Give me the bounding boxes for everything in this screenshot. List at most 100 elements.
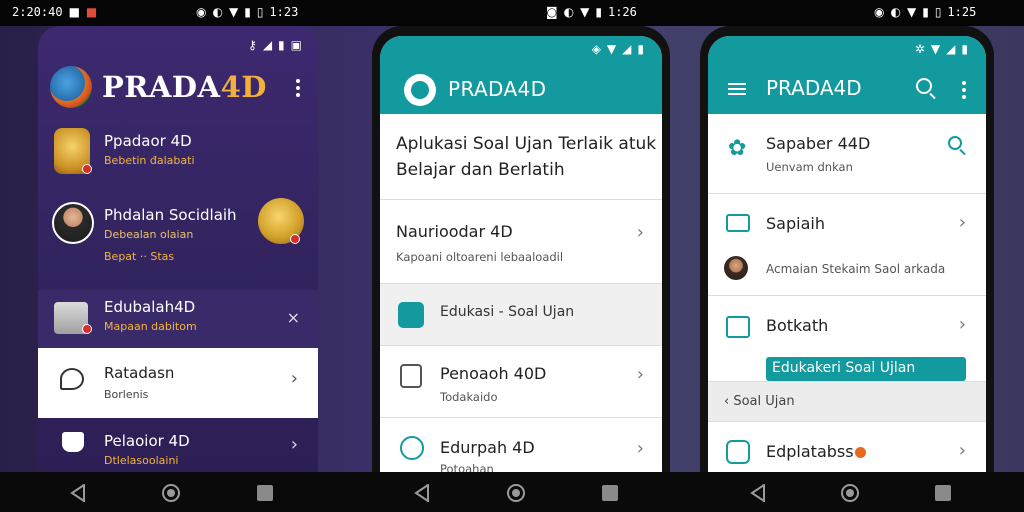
notification-dot [854, 447, 866, 458]
recent-apps-icon[interactable] [935, 485, 951, 501]
app-header: ◈ ▼ ◢ ▮ PRADA4D [380, 36, 662, 114]
close-icon[interactable]: × [287, 308, 300, 327]
wifi-icon: ▼ [930, 42, 941, 56]
system-status-bar: 2:20:40 ■ ■ ◉ ◐ ▼ ▮ ▯ 1:23 ◙ ◐ ▼ ▮ 1:26 … [0, 0, 1024, 26]
hamburger-menu-icon[interactable] [728, 80, 746, 98]
list-item-title: Ppadaor 4D [104, 132, 192, 150]
signal-icon: ◢ [946, 42, 956, 56]
support-icon [400, 436, 424, 460]
list-item-title: Sapaber 44D [766, 134, 871, 153]
wifi-icon: ▼ [228, 5, 239, 19]
overflow-menu-icon[interactable] [296, 76, 302, 100]
status-right: ◉ ◐ ▼ ▮ ▯ 1:25 [874, 5, 976, 19]
list-item[interactable]: Pelaoior 4D Dtlelasoolaini › [38, 418, 318, 472]
notification-icon: ■ [85, 5, 98, 19]
list-item-highlighted[interactable]: Edubalah4D Mapaan dabitom × [38, 290, 318, 348]
signal-icon: ▮ [244, 5, 251, 19]
thumbs-up-icon [62, 432, 84, 452]
clock: 1:23 [269, 5, 299, 19]
list-item[interactable]: Phdalan Socidlaih Debealan olaian Bepat … [38, 194, 318, 280]
alarm-icon: ◉ [196, 5, 207, 19]
notification-dot [82, 324, 92, 334]
recent-apps-icon[interactable] [602, 485, 618, 501]
list-item-title: Naurioodar 4D [396, 222, 513, 241]
home-icon[interactable] [162, 484, 180, 502]
list-item[interactable]: Edplatabss › [708, 422, 986, 472]
signal-icon: ▮ [595, 5, 602, 19]
mail-icon [726, 214, 750, 232]
home-icon[interactable] [507, 484, 525, 502]
signal-icon: ▮ [922, 5, 929, 19]
list-item[interactable]: Penoaoh 40D Todakaido › [380, 346, 662, 418]
list-item[interactable]: Ppadaor 4D Bebetin đalabati [38, 122, 318, 182]
list-item-title: Edplatabss [766, 442, 866, 461]
search-icon[interactable] [916, 78, 932, 94]
home-icon[interactable] [841, 484, 859, 502]
chevron-right-icon: › [958, 212, 966, 233]
list-item[interactable]: ✿ Sapaber 44D Uenvam dnkan [708, 114, 986, 194]
intro-card: Aplukasi Soal Ujan Terlaik atuk Belajar … [380, 114, 662, 200]
wifi-icon: ▼ [580, 5, 590, 19]
key-icon: ⚷ [248, 38, 257, 52]
chevron-right-icon: › [636, 364, 644, 385]
document-icon [400, 364, 422, 388]
category-chip[interactable]: Edukakeri Soal Ujlan [766, 357, 966, 381]
alarm-icon: ◉ [874, 5, 885, 19]
back-icon[interactable] [70, 484, 86, 502]
panel-status-icons: ✲ ▼ ◢ ▮ [915, 42, 968, 56]
chevron-right-icon: › [636, 222, 644, 243]
app-title: PRADA4D [102, 70, 267, 104]
notification-dot [290, 234, 300, 244]
sync-icon: ✲ [914, 42, 925, 56]
battery-icon: ▯ [934, 5, 942, 19]
back-icon[interactable] [750, 484, 766, 502]
list-item-selected[interactable]: Ratadasn Borlenis › [38, 348, 318, 418]
sync-icon: ◐ [563, 5, 575, 19]
search-icon[interactable] [948, 136, 962, 150]
panel-status-icons: ⚷ ◢ ▮ ▣ [248, 38, 302, 52]
list-item[interactable]: Edukasi - Soal Ujan [380, 284, 662, 346]
app-title: PRADA4D [766, 76, 862, 100]
list-item-meta: Bepat ·· Stas [104, 250, 175, 263]
section-header-label: ‹ Soal Ujan [724, 394, 795, 409]
list-item[interactable]: Edurpah 4D Potoahan › [380, 418, 662, 472]
panel-teal-right: ✲ ▼ ◢ ▮ PRADA4D ✿ Sapaber 44D Uenvam dnk… [708, 36, 986, 472]
list-item-title: Edubalah4D [104, 298, 196, 316]
status-left: 2:20:40 ■ ■ [12, 5, 97, 19]
list-item-subtitle: Kapoani oltoareni lebaaloadil [396, 250, 564, 264]
globe-logo-icon [50, 66, 92, 108]
clock: 1:26 [607, 5, 637, 19]
camera-icon: ◙ [546, 5, 558, 19]
grid-icon [726, 440, 750, 464]
sync-icon: ◐ [212, 5, 223, 19]
list-item-subtitle: Potoahan [440, 462, 494, 472]
list-item-title: Sapiaih [766, 214, 825, 233]
list-item[interactable]: Sapiaih › Acmaian Stekaim Saol arkada [708, 194, 986, 296]
list-item-title: Botkath [766, 316, 829, 335]
sync-icon: ◈ [591, 42, 601, 56]
recent-apps-icon[interactable] [257, 485, 273, 501]
battery-icon: ▮ [961, 42, 968, 56]
app-title-main: PRADA [102, 70, 221, 104]
panel-teal-middle: ◈ ▼ ◢ ▮ PRADA4D Aplukasi Soal Ujan Terla… [380, 36, 662, 472]
list-item-title: Penoaoh 40D [440, 364, 547, 383]
intro-line: Belajar dan Berlatih [396, 160, 565, 180]
overflow-menu-icon[interactable] [962, 78, 966, 102]
battery-icon: ▮ [637, 42, 644, 56]
chevron-right-icon: › [958, 314, 966, 335]
list-item[interactable]: Botkath › Edukakeri Soal Ujlan [708, 296, 986, 382]
battery-icon: ▮ [278, 38, 285, 52]
list-item-subtitle: Mapaan dabitom [104, 320, 197, 333]
panel-status-icons: ◈ ▼ ◢ ▮ [592, 42, 644, 56]
back-icon[interactable] [414, 484, 430, 502]
list-item-subtitle: Uenvam dnkan [766, 160, 853, 174]
status-mid-1: ◉ ◐ ▼ ▮ ▯ 1:23 [196, 5, 298, 19]
edit-icon [398, 302, 424, 328]
sync-icon: ◐ [890, 5, 901, 19]
list-item[interactable]: Naurioodar 4D Kapoani oltoareni lebaaloa… [380, 200, 662, 284]
app-header: ✲ ▼ ◢ ▮ PRADA4D [708, 36, 986, 114]
wifi-icon: ▼ [906, 5, 917, 19]
list-item-title: Ratadasn [104, 364, 175, 382]
section-header[interactable]: ‹ Soal Ujan [708, 382, 986, 422]
list-item-subtitle: Borlenis [104, 388, 149, 401]
